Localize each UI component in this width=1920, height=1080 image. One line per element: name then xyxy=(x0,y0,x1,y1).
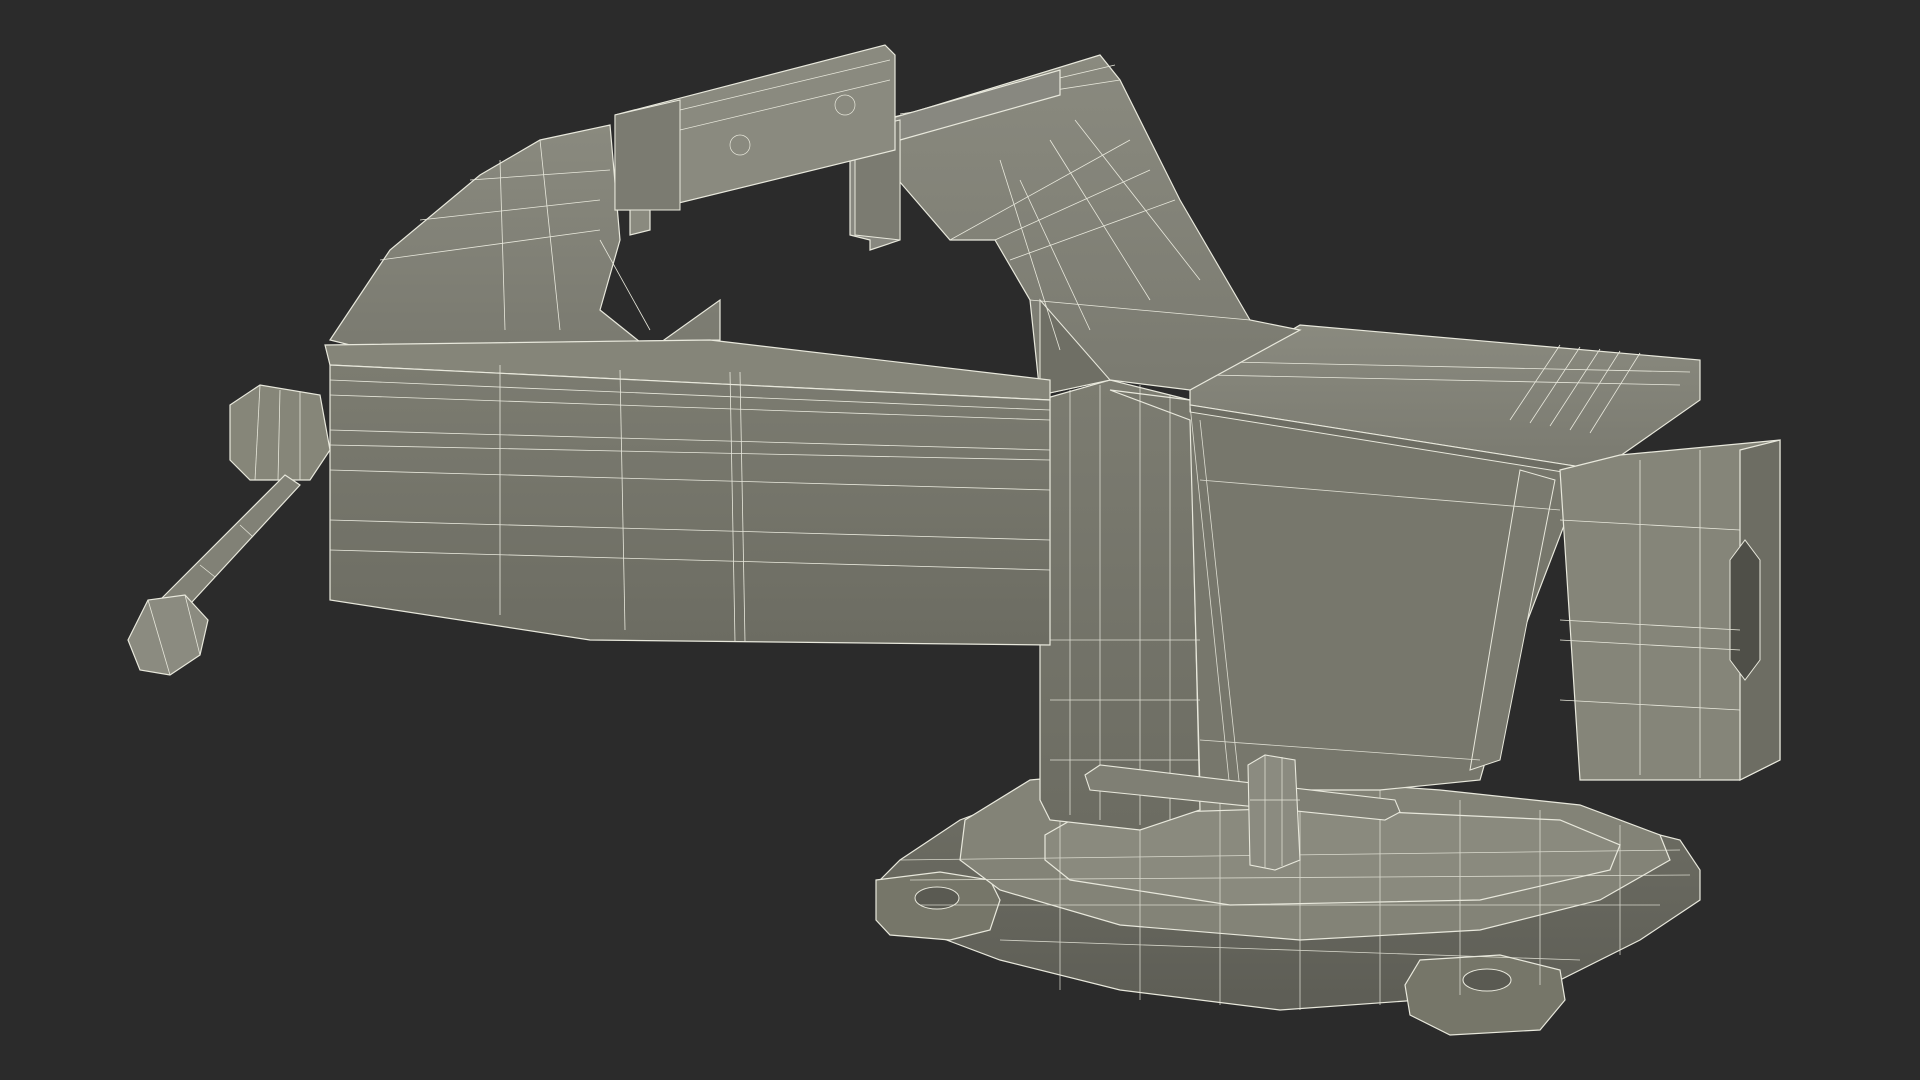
rear-jaw-arm xyxy=(849,54,1302,396)
screw-handle[interactable] xyxy=(127,384,331,676)
slide-beam xyxy=(324,339,1051,646)
bench-vise-model xyxy=(127,44,1781,1036)
render-viewport xyxy=(0,0,1920,1080)
rear-body xyxy=(1039,324,1781,831)
front-jaw-body xyxy=(329,44,896,351)
